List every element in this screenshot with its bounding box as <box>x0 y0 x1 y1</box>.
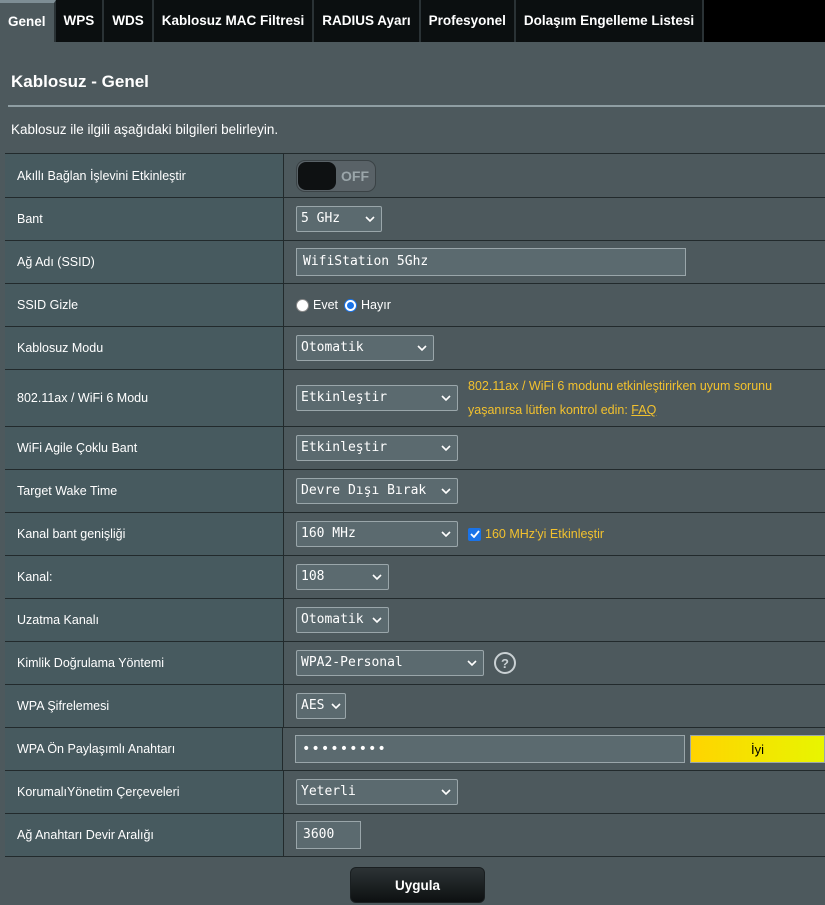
row-smart-connect: Akıllı Bağlan İşlevini Etkinleştir OFF <box>5 154 825 198</box>
channel-bandwidth-select[interactable]: 160 MHz <box>296 521 458 547</box>
chevron-down-icon <box>440 780 452 804</box>
wifi6-hint: 802.11ax / WiFi 6 modunu etkinleştirirke… <box>468 374 772 422</box>
key-rotation-input[interactable]: 3600 <box>296 821 361 849</box>
wireless-mode-value: Otomatik <box>301 340 364 355</box>
pmf-select[interactable]: Yeterli <box>296 779 458 805</box>
chevron-down-icon <box>440 479 452 503</box>
password-strength-indicator: İyi <box>690 735 825 763</box>
tab-general[interactable]: Genel <box>0 0 56 42</box>
hide-ssid-no-radio[interactable] <box>344 298 358 312</box>
hide-ssid-no-label[interactable]: Hayır <box>361 298 391 312</box>
apply-button[interactable]: Uygula <box>350 867 485 903</box>
hide-ssid-yes-label[interactable]: Evet <box>313 298 338 312</box>
row-extension-channel: Uzatma Kanalı Otomatik <box>5 599 825 642</box>
row-wpa-psk: WPA Ön Paylaşımlı Anahtarı ••••••••• İyi <box>5 728 825 771</box>
auth-method-label: Kimlik Doğrulama Yöntemi <box>5 642 284 684</box>
extension-channel-label: Uzatma Kanalı <box>5 599 284 641</box>
row-ssid: Ağ Adı (SSID) WifiStation 5Ghz <box>5 241 825 284</box>
agile-multiband-value: Etkinleştir <box>301 440 388 455</box>
channel-bandwidth-value: 160 MHz <box>301 526 356 541</box>
target-wake-time-select[interactable]: Devre Dışı Bırak <box>296 478 458 504</box>
wireless-mode-select[interactable]: Otomatik <box>296 335 434 361</box>
tab-roaming-block[interactable]: Dolaşım Engelleme Listesi <box>515 0 705 42</box>
wifi6-mode-select[interactable]: Etkinleştir <box>296 385 458 411</box>
row-channel: Kanal: 108 <box>5 556 825 599</box>
ssid-input[interactable]: WifiStation 5Ghz <box>296 248 686 276</box>
page-description: Kablosuz ile ilgili aşağıdaki bilgileri … <box>11 122 279 137</box>
wpa-psk-input[interactable]: ••••••••• <box>295 735 685 763</box>
faq-link[interactable]: FAQ <box>631 403 656 417</box>
row-target-wake-time: Target Wake Time Devre Dışı Bırak <box>5 470 825 513</box>
chevron-down-icon <box>466 651 478 675</box>
hide-ssid-radio-group: Evet Hayır <box>296 298 391 312</box>
channel-label: Kanal: <box>5 556 284 598</box>
channel-value: 108 <box>301 569 325 584</box>
settings-table: Akıllı Bağlan İşlevini Etkinleştir OFF B… <box>5 153 825 857</box>
tab-mac-filter[interactable]: Kablosuz MAC Filtresi <box>153 0 315 42</box>
title-divider <box>8 105 825 107</box>
pmf-value: Yeterli <box>301 784 356 799</box>
enable-160mhz-label[interactable]: 160 MHz'yi Etkinleştir <box>485 527 604 541</box>
target-wake-time-value: Devre Dışı Bırak <box>301 483 427 498</box>
row-pmf: KorumalıYönetim Çerçeveleri Yeterli <box>5 771 825 814</box>
tab-wds[interactable]: WDS <box>104 0 154 42</box>
smart-connect-label: Akıllı Bağlan İşlevini Etkinleştir <box>5 154 284 197</box>
row-channel-bandwidth: Kanal bant genişliği 160 MHz 160 MHz'yi … <box>5 513 825 556</box>
chevron-down-icon <box>371 608 383 632</box>
chevron-down-icon <box>330 694 342 718</box>
agile-multiband-label: WiFi Agile Çoklu Bant <box>5 427 284 469</box>
help-icon[interactable]: ? <box>494 652 516 674</box>
toggle-state: OFF <box>341 167 369 184</box>
key-rotation-label: Ağ Anahtarı Devir Aralığı <box>5 814 284 856</box>
row-wireless-mode: Kablosuz Modu Otomatik <box>5 327 825 370</box>
chevron-down-icon <box>364 207 376 231</box>
row-wpa-encryption: WPA Şifrelemesi AES <box>5 685 825 728</box>
band-select[interactable]: 5 GHz <box>296 206 382 232</box>
band-value: 5 GHz <box>301 211 341 226</box>
page-title: Kablosuz - Genel <box>11 72 149 91</box>
chevron-down-icon <box>371 565 383 589</box>
channel-bandwidth-label: Kanal bant genişliği <box>5 513 284 555</box>
tab-radius[interactable]: RADIUS Ayarı <box>314 0 421 42</box>
toggle-knob <box>298 161 336 190</box>
wpa-psk-label: WPA Ön Paylaşımlı Anahtarı <box>5 728 283 770</box>
channel-select[interactable]: 108 <box>296 564 389 590</box>
chevron-down-icon <box>440 386 452 410</box>
band-label: Bant <box>5 198 284 240</box>
tab-bar: Genel WPS WDS Kablosuz MAC Filtresi RADI… <box>0 0 825 42</box>
extension-channel-select[interactable]: Otomatik <box>296 607 389 633</box>
auth-method-select[interactable]: WPA2-Personal <box>296 650 484 676</box>
row-key-rotation: Ağ Anahtarı Devir Aralığı 3600 <box>5 814 825 857</box>
wifi6-mode-label: 802.11ax / WiFi 6 Modu <box>5 370 284 426</box>
agile-multiband-select[interactable]: Etkinleştir <box>296 435 458 461</box>
target-wake-time-label: Target Wake Time <box>5 470 284 512</box>
wifi6-hint-line2: yaşanırsa lütfen kontrol edin: <box>468 403 632 417</box>
row-wifi6-mode: 802.11ax / WiFi 6 Modu Etkinleştir 802.1… <box>5 370 825 427</box>
check-icon <box>469 530 480 538</box>
wifi6-hint-line1: 802.11ax / WiFi 6 modunu etkinleştirirke… <box>468 379 773 393</box>
tab-professional[interactable]: Profesyonel <box>420 0 516 42</box>
row-hide-ssid: SSID Gizle Evet Hayır <box>5 284 825 327</box>
wifi6-mode-value: Etkinleştir <box>301 390 388 405</box>
chevron-down-icon <box>440 436 452 460</box>
ssid-label: Ağ Adı (SSID) <box>5 241 284 283</box>
hide-ssid-yes-radio[interactable] <box>296 298 309 312</box>
wpa-encryption-select[interactable]: AES <box>296 693 346 719</box>
tab-wps[interactable]: WPS <box>55 0 105 42</box>
smart-connect-toggle[interactable]: OFF <box>296 159 376 192</box>
wpa-encryption-value: AES <box>301 698 325 713</box>
row-band: Bant 5 GHz <box>5 198 825 241</box>
row-agile-multiband: WiFi Agile Çoklu Bant Etkinleştir <box>5 427 825 470</box>
extension-channel-value: Otomatik <box>301 612 364 627</box>
wireless-mode-label: Kablosuz Modu <box>5 327 284 369</box>
pmf-label: KorumalıYönetim Çerçeveleri <box>5 771 284 813</box>
chevron-down-icon <box>440 522 452 546</box>
enable-160mhz-checkbox[interactable] <box>468 527 481 541</box>
chevron-down-icon <box>416 336 428 360</box>
auth-method-value: WPA2-Personal <box>301 655 403 670</box>
row-auth-method: Kimlik Doğrulama Yöntemi WPA2-Personal ? <box>5 642 825 685</box>
hide-ssid-label: SSID Gizle <box>5 284 284 326</box>
wpa-encryption-label: WPA Şifrelemesi <box>5 685 284 727</box>
